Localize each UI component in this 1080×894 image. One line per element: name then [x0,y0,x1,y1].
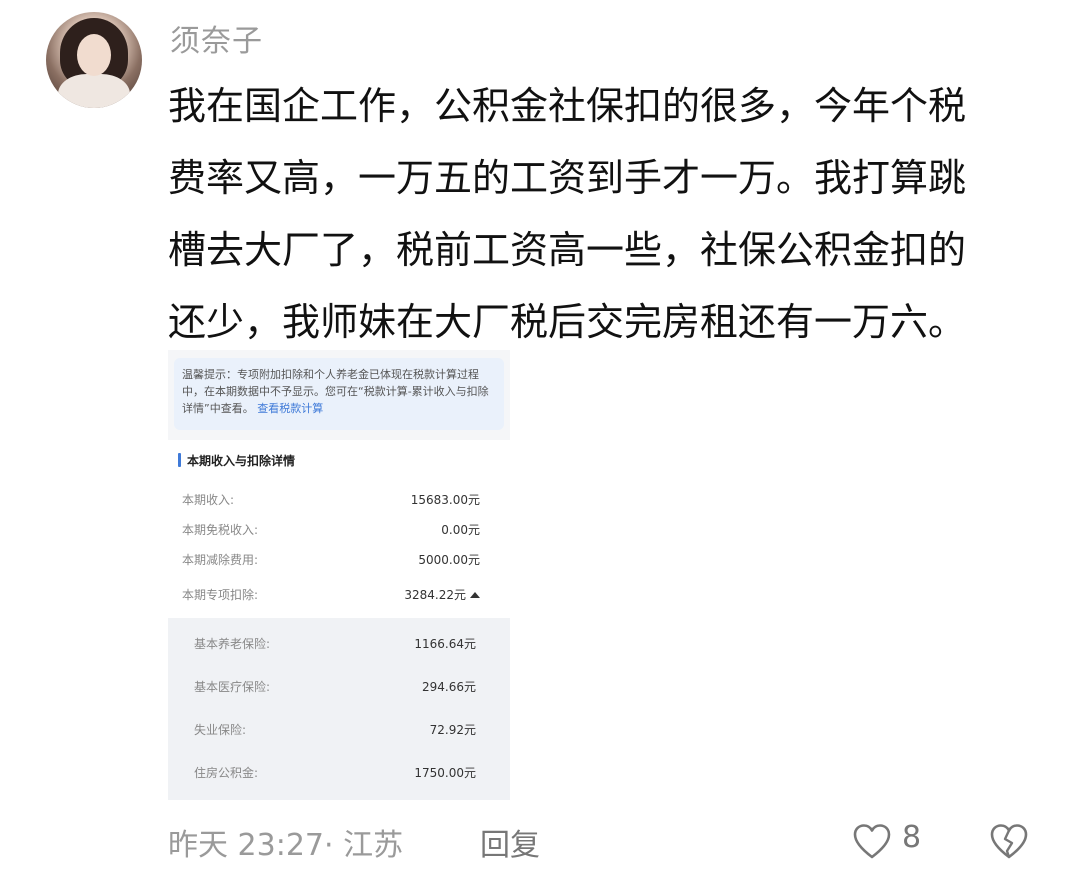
heart-outline-icon[interactable] [852,822,892,862]
row-label: 住房公积金: [194,766,259,780]
timestamp-location: 昨天 23:27· 江苏 [168,828,404,863]
section-accent-bar [178,453,181,467]
comment-footer: 昨天 23:27· 江苏 回复 8 [168,820,1048,866]
comment-line: 费率又高，一万五的工资到手才一万。我打算跳 [168,156,967,200]
breakdown-row: 失业保险: 72.92元 [168,708,510,751]
row-label: 失业保险: [194,723,247,737]
income-row: 本期减除费用: 5000.00元 [168,544,510,574]
tip-box: 温馨提示：专项附加扣除和个人养老金已体现在税款计算过程中，在本期数据中不予显示。… [174,358,504,430]
comment-text: 我在国企工作，公积金社保扣的很多，今年个税 费率又高，一万五的工资到手才一万。我… [168,70,1048,358]
income-rows: 本期收入: 15683.00元 本期免税收入: 0.00元 本期减除费用: 50… [168,480,510,618]
row-value: 0.00元 [441,522,480,537]
caret-up-icon [470,591,480,598]
section-header: 本期收入与扣除详情 [168,440,510,480]
row-value: 1166.64元 [414,637,476,651]
row-value: 15683.00元 [410,492,480,507]
user-avatar[interactable] [46,12,142,108]
broken-heart-icon[interactable] [988,822,1030,862]
row-value: 72.92元 [429,723,476,737]
breakdown-row: 住房公积金: 1750.00元 [168,751,510,794]
row-label: 本期收入: [182,492,235,507]
like-count: 8 [902,820,922,855]
deduction-breakdown: 基本养老保险: 1166.64元 基本医疗保险: 294.66元 失业保险: 7… [168,618,510,800]
row-value: 294.66元 [422,680,476,694]
breakdown-row: 基本养老保险: 1166.64元 [168,622,510,665]
tip-text: 温馨提示：专项附加扣除和个人养老金已体现在税款计算过程中，在本期数据中不予显示。… [182,368,489,415]
row-value: 3284.22元 [404,587,466,602]
row-label: 本期免税收入: [182,522,259,537]
comment-line: 还少，我师妹在大厂税后交完房租还有一万六。 [168,300,967,344]
row-label: 本期减除费用: [182,552,259,567]
avatar-body [58,74,130,108]
row-value-group: 3284.22元 [404,586,480,603]
row-label: 基本养老保险: [194,637,271,651]
row-label: 本期专项扣除: [182,587,259,602]
attached-screenshot[interactable]: 温馨提示：专项附加扣除和个人养老金已体现在税款计算过程中，在本期数据中不予显示。… [168,350,510,800]
row-value: 1750.00元 [414,766,476,780]
section-title: 本期收入与扣除详情 [187,453,296,468]
reply-button[interactable]: 回复 [480,820,540,864]
comment-line: 我在国企工作，公积金社保扣的很多，今年个税 [168,84,967,128]
income-row: 本期收入: 15683.00元 [168,484,510,514]
row-value: 5000.00元 [418,552,480,567]
income-row: 本期免税收入: 0.00元 [168,514,510,544]
special-deduction-row: 本期专项扣除: 3284.22元 [168,574,510,614]
username[interactable]: 须奈子 [170,16,263,60]
row-label: 基本医疗保险: [194,680,271,694]
avatar-face [77,34,111,76]
tip-link: 查看税款计算 [257,402,324,415]
breakdown-row: 基本医疗保险: 294.66元 [168,665,510,708]
comment-line: 槽去大厂了，税前工资高一些，社保公积金扣的 [168,228,967,272]
